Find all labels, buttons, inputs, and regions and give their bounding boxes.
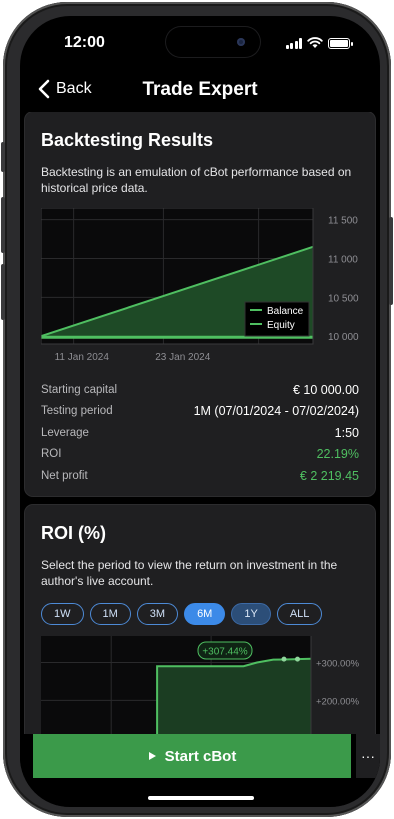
more-icon: ··· [361, 748, 375, 764]
stat-value: 1M (07/01/2024 - 07/02/2024) [193, 404, 359, 419]
period-3m-button[interactable]: 3M [136, 603, 179, 625]
stat-row: Net profit € 2 219.45 [41, 465, 359, 487]
start-cbot-label: Start cBot [164, 747, 237, 765]
more-options-button[interactable]: ··· [356, 734, 380, 778]
stat-value: € 2 219.45 [299, 468, 359, 483]
roi-description: Select the period to view the return on … [41, 558, 338, 588]
roi-point [281, 656, 287, 662]
scroll-content[interactable]: Backtesting Results Backtesting is an em… [20, 112, 380, 807]
screen: 12:00 Back Trade Expert Backtesting Resu… [20, 16, 380, 807]
period-1w-button[interactable]: 1W [41, 603, 84, 625]
x-tick-label: 11 Jan 2024 [55, 352, 110, 363]
camera-icon [237, 38, 245, 46]
backtesting-card: Backtesting Results Backtesting is an em… [25, 112, 375, 496]
y-tick-label: 11 500 [328, 216, 358, 227]
stat-label: Net profit [41, 469, 88, 482]
y-tick-label: +300.00% [316, 658, 360, 669]
home-indicator[interactable] [148, 796, 254, 800]
play-icon [148, 752, 156, 760]
stat-value: € 10 000.00 [292, 382, 359, 397]
x-tick-label: 23 Jan 2024 [155, 352, 210, 363]
stat-row: Testing period 1M (07/01/2024 - 07/02/202… [41, 401, 359, 423]
stat-row: Starting capital € 10 000.00 [41, 379, 359, 401]
y-tick-label: +200.00% [316, 696, 360, 707]
stat-value: 22.19% [316, 447, 359, 462]
power-button [389, 217, 393, 305]
y-tick-label: 10 000 [328, 332, 359, 343]
period-selector: 1W 1M 3M 6M 1Y ALL [41, 603, 323, 625]
backtesting-title: Backtesting Results [41, 130, 214, 150]
backtesting-description: Backtesting is an emulation of cBot perf… [41, 165, 352, 195]
roi-annotation: +307.44% [202, 647, 247, 658]
volume-down-button [1, 264, 5, 320]
status-icons [285, 37, 353, 49]
roi-point [295, 656, 300, 662]
bottom-action-bar: Start cBot ··· [20, 734, 380, 807]
signal-icon [285, 37, 302, 49]
stat-label: Starting capital [41, 383, 118, 396]
stat-row: ROI 22.19% [41, 444, 359, 466]
period-all-button[interactable]: ALL [276, 603, 323, 625]
period-6m-button[interactable]: 6M [184, 603, 226, 625]
legend-label: Equity [267, 320, 295, 331]
stat-label: ROI [41, 448, 62, 461]
battery-icon [328, 37, 353, 49]
status-time: 12:00 [64, 34, 105, 51]
y-tick-label: 11 000 [328, 255, 358, 266]
start-cbot-button[interactable]: Start cBot [33, 734, 351, 778]
y-tick-label: 10 500 [328, 293, 359, 304]
period-1m-button[interactable]: 1M [89, 603, 131, 625]
backtesting-stats: Starting capital € 10 000.00 Testing perio… [41, 379, 359, 487]
dynamic-island [166, 27, 260, 57]
page-title: Trade Expert [142, 79, 258, 100]
stat-label: Testing period [41, 405, 113, 418]
volume-up-button [1, 197, 5, 253]
phone-frame: 12:00 Back Trade Expert Backtesting Resu… [1, 2, 393, 817]
wifi-icon [307, 37, 323, 48]
roi-title: ROI (%) [41, 523, 106, 543]
status-bar: 12:00 [20, 16, 380, 68]
nav-bar: Back Trade Expert [20, 72, 380, 112]
backtesting-chart: 11 500 11 000 10 500 10 000 11 Jan 2024 23 Ja… [41, 208, 359, 363]
stat-value: 1:50 [334, 425, 359, 440]
stat-row: Leverage 1:50 [41, 422, 359, 444]
period-1y-button[interactable]: 1Y [231, 603, 271, 625]
legend-label: Balance [267, 306, 304, 317]
action-button [1, 142, 5, 172]
stat-label: Leverage [41, 426, 89, 439]
